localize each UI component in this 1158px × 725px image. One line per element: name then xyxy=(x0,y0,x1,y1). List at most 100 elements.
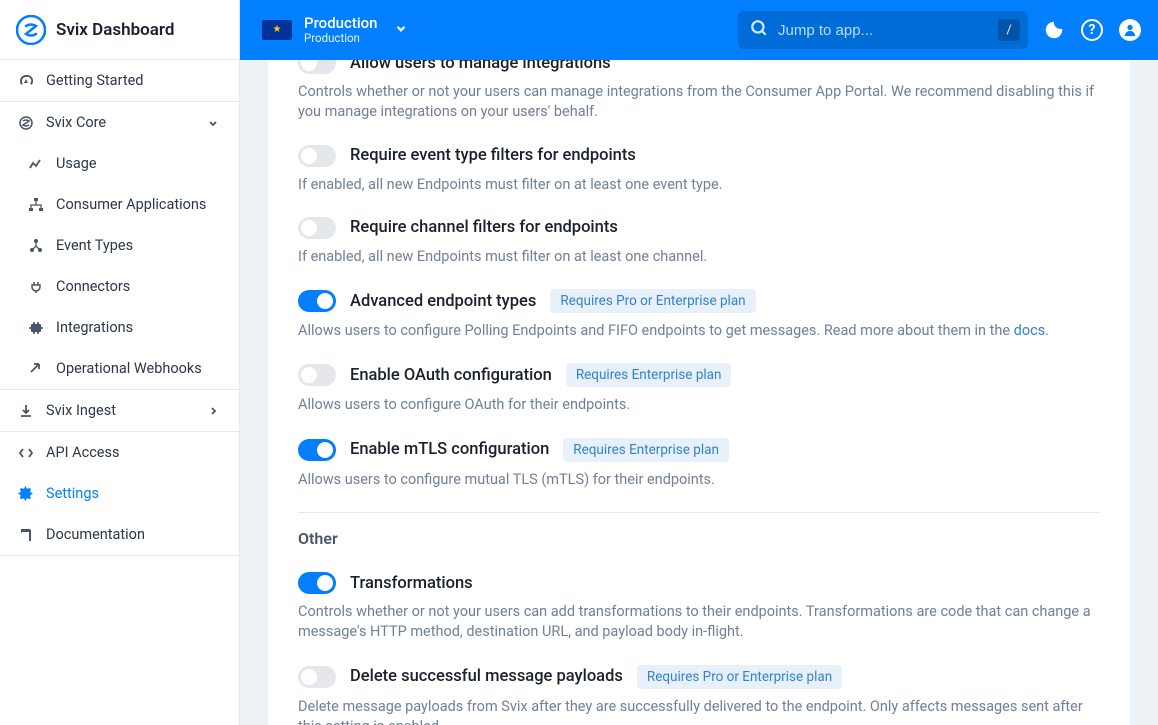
connector-icon xyxy=(28,279,44,295)
gauge-icon xyxy=(18,73,34,89)
setting-title: Delete successful message payloads xyxy=(350,667,623,686)
eu-flag-icon: ★ xyxy=(262,20,292,40)
setting-desc: If enabled, all new Endpoints must filte… xyxy=(298,247,1100,267)
setting-advanced-endpoint-types: Advanced endpoint types Requires Pro or … xyxy=(298,279,1100,353)
setting-title: Enable mTLS configuration xyxy=(350,440,549,459)
sidebar-item-documentation[interactable]: Documentation xyxy=(0,514,239,556)
toggle-enable-mtls[interactable] xyxy=(298,439,336,461)
theme-toggle-button[interactable] xyxy=(1042,18,1066,42)
toggle-advanced-endpoint-types[interactable] xyxy=(298,290,336,312)
setting-title: Require channel filters for endpoints xyxy=(350,218,618,237)
setting-desc: Allows users to configure mutual TLS (mT… xyxy=(298,470,1100,490)
main-area: ★ Production Production / ? xyxy=(240,0,1158,725)
content-scroll: Allow users to manage integrations Contr… xyxy=(240,60,1158,725)
nav-label: Operational Webhooks xyxy=(56,360,202,377)
search-box[interactable]: / xyxy=(738,11,1028,49)
download-icon xyxy=(18,403,34,419)
core-icon xyxy=(18,115,34,131)
toggle-delete-successful-payloads[interactable] xyxy=(298,666,336,688)
sidebar-item-svix-ingest[interactable]: Svix Ingest xyxy=(0,389,239,432)
sidebar-item-svix-core[interactable]: Svix Core xyxy=(0,102,239,143)
setting-desc: Delete message payloads from Svix after … xyxy=(298,697,1100,725)
nav-list: Getting Started Svix Core Usage Consumer… xyxy=(0,60,239,725)
env-name: Production xyxy=(304,15,378,32)
setting-delete-successful-payloads: Delete successful message payloads Requi… xyxy=(298,655,1100,725)
setting-enable-mtls: Enable mTLS configuration Requires Enter… xyxy=(298,428,1100,502)
setting-desc: Controls whether or not your users can a… xyxy=(298,602,1100,643)
desc-text: . xyxy=(1045,322,1049,339)
toggle-require-channel-filters[interactable] xyxy=(298,217,336,239)
section-divider xyxy=(298,512,1100,513)
nav-label: Svix Ingest xyxy=(46,402,116,419)
keyboard-shortcut-badge: / xyxy=(998,19,1020,41)
puzzle-icon xyxy=(28,320,44,336)
sidebar-item-event-types[interactable]: Event Types xyxy=(0,225,239,266)
setting-require-event-type-filters: Require event type filters for endpoints… xyxy=(298,135,1100,207)
environment-selector[interactable]: ★ Production Production xyxy=(256,11,418,48)
search-input[interactable] xyxy=(778,22,988,39)
arrow-out-icon xyxy=(28,361,44,377)
plan-badge: Requires Pro or Enterprise plan xyxy=(550,289,755,313)
help-button[interactable]: ? xyxy=(1080,18,1104,42)
setting-title: Transformations xyxy=(350,574,473,593)
chevron-right-icon xyxy=(205,403,221,419)
nav-label: Consumer Applications xyxy=(56,196,206,213)
settings-panel: Allow users to manage integrations Contr… xyxy=(268,60,1130,725)
brand-title: Svix Dashboard xyxy=(56,20,174,40)
code-icon xyxy=(18,445,34,461)
account-button[interactable] xyxy=(1118,18,1142,42)
chevron-down-icon xyxy=(205,115,221,131)
desc-text: Allows users to configure Polling Endpoi… xyxy=(298,322,1014,339)
sitemap-icon xyxy=(28,197,44,213)
book-icon xyxy=(18,527,34,543)
setting-desc: Allows users to configure Polling Endpoi… xyxy=(298,321,1100,341)
sidebar-item-getting-started[interactable]: Getting Started xyxy=(0,60,239,102)
docs-link[interactable]: docs xyxy=(1014,322,1046,339)
setting-desc: Controls whether or not your users can m… xyxy=(298,82,1100,123)
setting-require-channel-filters: Require channel filters for endpoints If… xyxy=(298,207,1100,279)
setting-transformations: Transformations Controls whether or not … xyxy=(298,562,1100,655)
plan-badge: Requires Enterprise plan xyxy=(566,363,732,387)
setting-title: Allow users to manage integrations xyxy=(350,60,611,73)
sidebar-item-usage[interactable]: Usage xyxy=(0,143,239,184)
brand-logo-icon xyxy=(16,15,46,45)
gear-icon xyxy=(18,486,34,502)
plan-badge: Requires Pro or Enterprise plan xyxy=(637,665,842,689)
nav-label: Usage xyxy=(56,155,97,172)
toggle-allow-manage-integrations[interactable] xyxy=(298,60,336,74)
sidebar-item-consumer-apps[interactable]: Consumer Applications xyxy=(0,184,239,225)
nav-label: Getting Started xyxy=(46,72,143,89)
sidebar-item-api-access[interactable]: API Access xyxy=(0,432,239,473)
topbar: ★ Production Production / ? xyxy=(240,0,1158,60)
nav-label: Documentation xyxy=(46,526,145,543)
nav-label: Settings xyxy=(46,485,99,502)
sidebar: Svix Dashboard Getting Started Svix Core… xyxy=(0,0,240,725)
nav-label: Event Types xyxy=(56,237,133,254)
brand-header[interactable]: Svix Dashboard xyxy=(0,0,239,60)
sidebar-item-settings[interactable]: Settings xyxy=(0,473,239,514)
plan-badge: Requires Enterprise plan xyxy=(563,438,729,462)
nav-label: Integrations xyxy=(56,319,133,336)
env-sub: Production xyxy=(304,32,378,45)
toggle-enable-oauth[interactable] xyxy=(298,364,336,386)
setting-desc: Allows users to configure OAuth for thei… xyxy=(298,395,1100,415)
sidebar-item-op-webhooks[interactable]: Operational Webhooks xyxy=(0,348,239,389)
chart-line-icon xyxy=(28,156,44,172)
toggle-transformations[interactable] xyxy=(298,572,336,594)
search-icon xyxy=(750,19,768,41)
setting-desc: If enabled, all new Endpoints must filte… xyxy=(298,175,1100,195)
setting-title: Require event type filters for endpoints xyxy=(350,146,636,165)
setting-title: Enable OAuth configuration xyxy=(350,366,552,385)
sidebar-item-integrations[interactable]: Integrations xyxy=(0,307,239,348)
nav-label: Svix Core xyxy=(46,114,106,131)
sidebar-item-connectors[interactable]: Connectors xyxy=(0,266,239,307)
nav-label: Connectors xyxy=(56,278,130,295)
chevron-down-icon xyxy=(390,21,412,38)
section-heading-other: Other xyxy=(298,521,1100,562)
setting-allow-manage-integrations: Allow users to manage integrations Contr… xyxy=(298,60,1100,135)
tree-icon xyxy=(28,238,44,254)
setting-title: Advanced endpoint types xyxy=(350,292,536,311)
toggle-require-event-type-filters[interactable] xyxy=(298,145,336,167)
nav-label: API Access xyxy=(46,444,119,461)
setting-enable-oauth: Enable OAuth configuration Requires Ente… xyxy=(298,353,1100,427)
